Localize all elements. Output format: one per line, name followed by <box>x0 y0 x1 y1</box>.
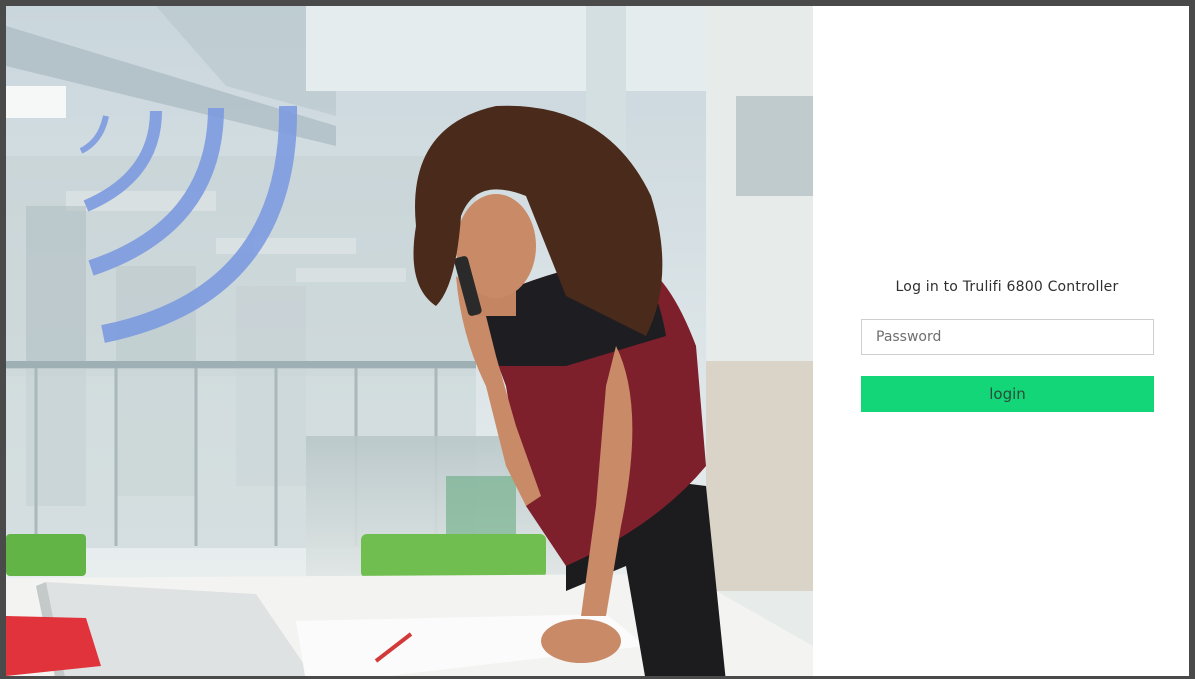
hero-photo <box>6 6 813 676</box>
login-panel: Log in to Trulifi 6800 Controller login <box>813 6 1189 676</box>
login-page: Log in to Trulifi 6800 Controller login <box>0 0 1195 679</box>
login-title: Log in to Trulifi 6800 Controller <box>895 279 1119 295</box>
hero-image <box>6 6 813 676</box>
password-input[interactable] <box>861 319 1154 355</box>
login-button[interactable]: login <box>861 376 1154 412</box>
